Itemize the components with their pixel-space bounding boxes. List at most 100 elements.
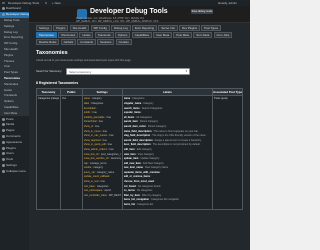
setting-value: Categories — [91, 101, 104, 105]
tab-term-meta[interactable]: Term Meta — [193, 32, 213, 39]
setting-key: meta_box_cb — [83, 152, 99, 156]
main-content: Developer Debug Tools Save debug mode Pl… — [29, 6, 250, 250]
header-taxonomy: Taxonomy — [37, 89, 61, 96]
sidebar-item-label: Collapse menu — [6, 168, 27, 173]
tab-user-meta[interactable]: User Meta — [153, 32, 173, 39]
sidebar-item-label: Themes — [4, 58, 15, 63]
sidebar-item-label: Plugins — [4, 52, 14, 57]
label-value: Edit Category — [136, 147, 152, 151]
sidebar-item-label: Pages — [6, 128, 15, 133]
sidebar-item-label: Media — [6, 122, 15, 127]
admin-bar-site[interactable]: Developer Debug Tools — [8, 1, 39, 5]
cell-labels: name : Categories singular_name : Categor… — [123, 96, 214, 209]
setting-value: wp/v2 — [104, 189, 111, 193]
admin-bar-account[interactable]: Howdy, admin — [218, 1, 237, 5]
tab-bar: Settings Plugins Site Health WP Config Debug… — [29, 23, 250, 46]
menu-icon — [2, 140, 5, 144]
tab-rewrite-rules[interactable]: Rewrite Rules — [36, 39, 60, 46]
setting-value: manage_terms — [89, 161, 107, 165]
label-value: The description is not prominent by defa… — [152, 143, 201, 147]
taxonomy-select[interactable]: Select a taxonomy ▾ — [66, 68, 191, 76]
sidebar-item-collapse-menu[interactable]: Collapse menu — [0, 168, 29, 174]
tab-settings[interactable]: Settings — [36, 25, 53, 31]
header-button[interactable]: Save debug mode — [191, 9, 213, 14]
sidebar-item-label: Users — [6, 151, 14, 156]
sidebar-item-label: Developer Debug — [6, 12, 29, 17]
table-row: Categories (category) Yes name : categor… — [37, 96, 242, 209]
tab-site-health[interactable]: Site Health — [69, 25, 90, 31]
setting-value: taxonomy_meta_box_sanitize_cb_checkboxes — [110, 157, 121, 161]
setting-value: true — [109, 147, 114, 151]
sidebar-item-label: Error Reporting — [4, 35, 24, 40]
tab-options[interactable]: Options — [114, 32, 131, 39]
admin-bar-new[interactable]: + New — [52, 1, 61, 5]
setting-key: show_tagcloud — [83, 138, 101, 142]
tab-capabilities[interactable]: Capabilities — [131, 32, 153, 39]
sidebar-item-label: Debug Log — [4, 29, 18, 34]
tab-sessions[interactable]: Sessions — [97, 39, 115, 46]
label-value: Parent Category: — [147, 124, 167, 128]
label-key: filter_by_item — [123, 193, 140, 197]
tab-post-meta[interactable]: Post Meta — [173, 32, 192, 39]
sidebar-item-label: Site Health — [4, 46, 18, 51]
sidebar-item-label: Dashboard — [6, 6, 21, 11]
menu-icon — [2, 152, 5, 156]
admin-bar-comments[interactable]: 0 — [45, 1, 47, 5]
setting-value: true — [102, 138, 107, 142]
tab-wp-config[interactable]: WP Config — [90, 25, 110, 31]
label-key: all_items — [123, 115, 135, 119]
label-key: name_field_description — [123, 129, 152, 133]
section-description: Check out all of your taxonomies setting… — [36, 59, 132, 63]
tab-server-info[interactable]: Server Info — [158, 25, 178, 31]
setting-value: true — [106, 115, 111, 119]
admin-sidebar: Dashboard Developer Debug Debug Tools Setti… — [0, 6, 29, 250]
label-key: new_item_name — [123, 166, 143, 170]
sidebar-item-label: WP Config — [4, 41, 18, 46]
label-value: Search Categories — [141, 106, 163, 110]
tab-hooks[interactable]: Hooks — [79, 32, 94, 39]
taxonomy-select-value: Select a taxonomy — [69, 70, 92, 74]
label-value: Update Category — [140, 157, 160, 161]
setting-value: category — [93, 166, 103, 170]
label-row: items_list : Categories list — [123, 203, 154, 207]
label-key: separate_items_with_commas — [123, 170, 160, 174]
sidebar-item-label: Capabilities — [4, 104, 19, 109]
setting-value: categories — [96, 184, 109, 188]
tab-dev-plugins[interactable]: Dev Plugins — [179, 25, 201, 31]
setting-value: true — [102, 129, 108, 133]
wordpress-logo-icon[interactable]: W — [2, 1, 5, 5]
tab-transients[interactable]: Transients — [94, 32, 114, 39]
sidebar-item-label: Options — [4, 99, 14, 104]
setting-key: show_in_nav_menus — [83, 134, 108, 138]
sidebar-item-label: User Meta — [4, 110, 17, 115]
cell-post-types: Posts (post) — [213, 96, 242, 208]
label-value: Add New Category — [142, 161, 164, 165]
label-value: Assign a parent term to create a hierarc… — [154, 138, 202, 142]
tab-constants[interactable]: Constants — [77, 39, 96, 46]
cell-settings: name : category label : Categories descrip… — [83, 96, 123, 209]
tab-post-types[interactable]: Post Types — [201, 25, 222, 31]
setting-key: show_admin_column — [83, 147, 108, 151]
header-post-types: Associated Post Types — [213, 90, 242, 95]
tab-cookies[interactable]: Cookies — [115, 39, 132, 46]
label-key: singular_name — [123, 101, 142, 105]
menu-icon — [2, 158, 5, 162]
setting-key: rest_base — [83, 184, 95, 188]
setting-value: true — [100, 180, 105, 184]
label-key: choose_from_most_used — [123, 180, 154, 184]
tab-plugins[interactable]: Plugins — [53, 25, 69, 31]
label-value: The name is how it appears on your site. — [153, 129, 199, 133]
label-key: desc_field_description — [123, 143, 151, 147]
label-key: view_item — [123, 152, 136, 156]
sidebar-item-label: Debug Tools — [4, 17, 20, 22]
tab-taxonomies[interactable]: Taxonomies — [36, 32, 57, 39]
tab-shortcodes[interactable]: Shortcodes — [58, 32, 79, 39]
tab-globals[interactable]: Globals — [60, 39, 77, 46]
tab-cron-jobs[interactable]: Cron Jobs — [213, 32, 233, 39]
tab-debug-log[interactable]: Debug Log — [111, 25, 131, 31]
tab-error-reporting[interactable]: Error Reporting — [131, 25, 158, 31]
menu-icon — [2, 117, 5, 121]
menu-icon — [2, 13, 5, 17]
label-value: Categories list navigation — [151, 198, 180, 202]
table-header: Taxonomy Public Settings Labels Associat… — [37, 89, 242, 97]
